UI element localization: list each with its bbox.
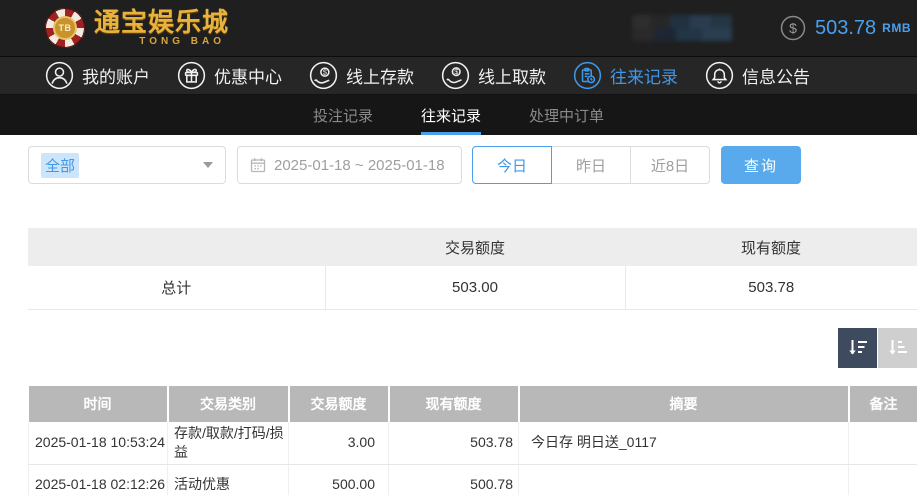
record-subtabs: 投注记录 往来记录 处理中订单 [0,95,917,135]
table-row: 2025-01-18 02:12:26 活动优惠 500.00 500.78 [28,464,917,495]
summary-header-row: 交易额度 现有额度 [28,228,917,266]
table-row: 2025-01-18 10:53:24 存款/取款/打码/损益 3.00 503… [28,421,917,465]
summary-header-trade-amount: 交易额度 [325,228,625,266]
caret-down-icon [203,162,213,168]
summary-total-label: 总计 [28,266,325,310]
cell-summary: 今日存 明日送_0117 [518,421,849,465]
calendar-icon [250,157,266,173]
cell-amount: 500.00 [288,464,389,495]
summary-header-current-amount: 现有额度 [625,228,917,266]
summary-total-row: 总计 503.00 503.78 [28,266,917,310]
tab-transaction-records[interactable]: 往来记录 [420,95,481,135]
records-table: 时间 交易类别 交易额度 现有额度 摘要 备注 2025-01-18 10:53… [28,385,917,495]
nav-item-transaction-records[interactable]: 往来记录 [573,61,678,90]
summary-header-blank [28,228,325,266]
masked-username [632,15,732,41]
nav-item-label: 优惠中心 [214,68,282,87]
top-header: TB 通宝娱乐城 TONG BAO $ 503.78 RMB [0,0,917,57]
svg-text:$: $ [454,67,458,76]
yesterday-button[interactable]: 昨日 [551,146,631,184]
poker-chip-icon: TB [45,8,85,48]
tab-pending-orders[interactable]: 处理中订单 [529,95,604,135]
balance-amount: 503.78 [815,16,877,39]
records-header-balance: 现有额度 [387,385,519,422]
main-navigation: 我的账户 优惠中心 $ 线上存款 $ 线上取款 往来记录 信息公告 [0,57,917,95]
cell-summary [518,464,849,495]
last-8-days-button[interactable]: 近8日 [630,146,710,184]
nav-item-my-account[interactable]: 我的账户 [45,61,150,90]
filter-bar: 全部 2025-01-18 ~ 2025-01-18 今日 昨日 近8日 查询 [28,146,917,184]
cell-balance: 503.78 [388,421,519,465]
brand-text: 通宝娱乐城 TONG BAO [94,9,229,47]
nav-item-label: 线上取款 [478,68,546,87]
records-header-type: 交易类别 [166,385,289,422]
sort-amount-desc-icon[interactable] [838,327,877,368]
type-select-value: 全部 [41,152,80,178]
cell-amount: 3.00 [288,421,389,465]
nav-item-label: 往来记录 [610,68,678,87]
cell-type: 存款/取款/打码/损益 [167,421,289,465]
date-range-input[interactable]: 2025-01-18 ~ 2025-01-18 [237,146,462,184]
nav-item-promotions[interactable]: 优惠中心 [177,61,282,90]
date-range-value: 2025-01-18 ~ 2025-01-18 [274,156,445,174]
cell-note [848,421,917,465]
records-header-amount: 交易额度 [287,385,389,422]
brand-title: 通宝娱乐城 [94,7,230,37]
gift-icon [177,61,206,90]
quick-date-group: 今日 昨日 近8日 [472,146,710,184]
chip-label: TB [53,16,77,40]
nav-item-announcements[interactable]: 信息公告 [705,61,810,90]
records-header-row: 时间 交易类别 交易额度 现有额度 摘要 备注 [28,385,917,422]
balance-currency: RMB [882,21,911,35]
dollar-circle-icon: $ [780,15,806,41]
summary-table: 交易额度 现有额度 总计 503.00 503.78 [28,228,917,310]
summary-current-amount-value: 503.78 [624,266,917,310]
nav-item-label: 线上存款 [346,68,414,87]
records-header-time: 时间 [28,385,168,422]
app-window: TB 通宝娱乐城 TONG BAO $ 503.78 RMB 我的账户 优惠中心… [0,0,917,495]
cell-note [848,464,917,495]
nav-item-label: 我的账户 [82,68,150,87]
deposit-hand-coin-icon: $ [309,61,338,90]
brand-logo[interactable]: TB 通宝娱乐城 TONG BAO [45,8,229,48]
tab-betting-records[interactable]: 投注记录 [313,95,373,135]
sort-amount-asc-icon[interactable] [878,327,917,368]
nav-item-label: 信息公告 [742,68,810,87]
cell-balance: 500.78 [388,464,519,495]
svg-text:$: $ [789,20,797,36]
summary-trade-amount-value: 503.00 [324,266,625,310]
brand-subtitle: TONG BAO [139,36,226,47]
search-button[interactable]: 查询 [721,146,801,184]
cell-time: 2025-01-18 02:12:26 [28,464,168,495]
records-header-note: 备注 [847,385,917,422]
today-button[interactable]: 今日 [472,146,552,184]
type-select[interactable]: 全部 [28,146,226,184]
cell-type: 活动优惠 [167,464,289,495]
withdraw-hand-coin-icon: $ [441,61,470,90]
user-icon [45,61,74,90]
cell-time: 2025-01-18 10:53:24 [28,421,168,465]
sort-toolbar [0,327,917,368]
bell-icon [705,61,734,90]
header-right: $ 503.78 RMB [632,15,911,41]
records-header-summary: 摘要 [517,385,849,422]
nav-item-withdraw[interactable]: $ 线上取款 [441,61,546,90]
svg-text:$: $ [323,68,327,77]
records-clipboard-icon [573,61,602,90]
nav-item-deposit[interactable]: $ 线上存款 [309,61,414,90]
